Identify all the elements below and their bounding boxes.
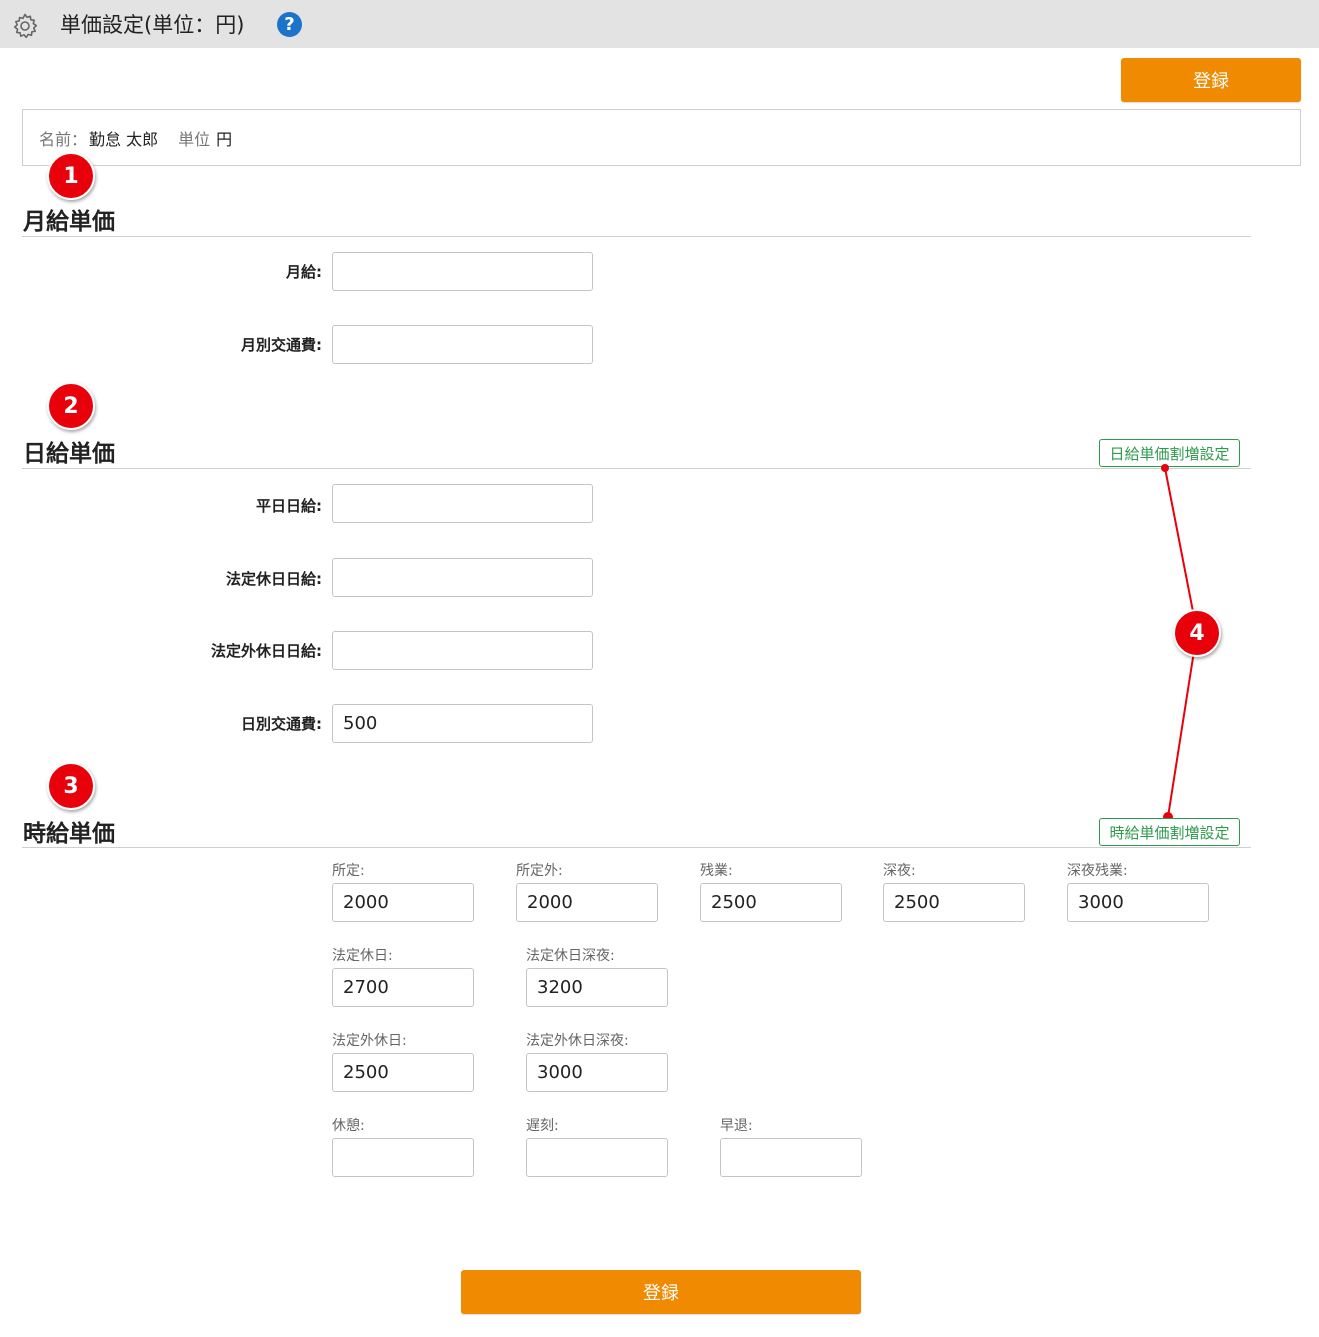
employee-info-box: 名前： 勤怠 太郎 単位 円 <box>22 109 1301 166</box>
non-legal-holiday-night-hourly-label: 法定外休日深夜: <box>526 1033 629 1049</box>
gear-icon <box>13 13 38 39</box>
legal-holiday-hourly-input[interactable] <box>332 968 474 1007</box>
daily-premium-settings-button[interactable]: 日給単価割増設定 <box>1099 439 1240 467</box>
hourly-premium-settings-button[interactable]: 時給単価割増設定 <box>1099 818 1240 846</box>
legal-holiday-daily-input[interactable] <box>332 558 593 597</box>
monthly-salary-input[interactable] <box>332 252 593 291</box>
non-standard-hourly-label: 所定外: <box>516 863 563 879</box>
early-leave-hourly-label: 早退: <box>720 1118 753 1134</box>
late-night-overtime-hourly-label: 深夜残業: <box>1067 863 1128 879</box>
callout-marker-2: 2 <box>47 382 95 430</box>
non-legal-holiday-hourly-label: 法定外休日: <box>332 1033 407 1049</box>
weekday-daily-input[interactable] <box>332 484 593 523</box>
legal-holiday-night-hourly-input[interactable] <box>526 968 668 1007</box>
break-hourly-input[interactable] <box>332 1138 474 1177</box>
monthly-section-divider <box>22 236 1251 237</box>
daily-transport-label: 日別交通費: <box>241 715 322 733</box>
late-night-overtime-hourly-input[interactable] <box>1067 883 1209 922</box>
name-value: 勤怠 太郎 <box>89 129 159 149</box>
callout-marker-3: 3 <box>47 762 95 810</box>
legal-holiday-daily-label: 法定休日日給: <box>226 570 322 588</box>
help-icon[interactable]: ? <box>277 12 302 37</box>
standard-hourly-label: 所定: <box>332 863 365 879</box>
weekday-daily-label: 平日日給: <box>256 497 322 515</box>
daily-section-divider <box>22 468 1251 469</box>
overtime-hourly-label: 残業: <box>700 863 733 879</box>
late-night-hourly-input[interactable] <box>883 883 1025 922</box>
non-legal-holiday-night-hourly-input[interactable] <box>526 1053 668 1092</box>
overtime-hourly-input[interactable] <box>700 883 842 922</box>
legal-holiday-hourly-label: 法定休日: <box>332 948 393 964</box>
late-arrival-hourly-label: 遅刻: <box>526 1118 559 1134</box>
monthly-transport-input[interactable] <box>332 325 593 364</box>
late-arrival-hourly-input[interactable] <box>526 1138 668 1177</box>
break-hourly-label: 休憩: <box>332 1118 365 1134</box>
standard-hourly-input[interactable] <box>332 883 474 922</box>
hourly-section-title: 時給単価 <box>23 821 115 847</box>
monthly-section-title: 月給単価 <box>23 209 115 235</box>
page-title: 単価設定(単位：円) <box>60 13 245 37</box>
early-leave-hourly-input[interactable] <box>720 1138 862 1177</box>
hourly-section-divider <box>22 847 1251 848</box>
callout-marker-1: 1 <box>47 152 95 200</box>
non-standard-hourly-input[interactable] <box>516 883 658 922</box>
callout-connector <box>1161 464 1198 822</box>
non-legal-holiday-daily-input[interactable] <box>332 631 593 670</box>
non-legal-holiday-daily-label: 法定外休日日給: <box>211 642 322 660</box>
monthly-salary-label: 月給: <box>286 263 322 281</box>
daily-transport-input[interactable] <box>332 704 593 743</box>
daily-section-title: 日給単価 <box>23 441 115 467</box>
register-button-bottom[interactable]: 登録 <box>461 1270 861 1314</box>
callout-marker-4: 4 <box>1173 609 1221 657</box>
unit-value: 円 <box>216 129 233 149</box>
legal-holiday-night-hourly-label: 法定休日深夜: <box>526 948 615 964</box>
late-night-hourly-label: 深夜: <box>883 863 916 879</box>
register-button-top[interactable]: 登録 <box>1121 58 1301 102</box>
name-label: 名前： <box>39 129 88 149</box>
monthly-transport-label: 月別交通費: <box>241 336 322 354</box>
unit-label: 単位 <box>178 129 211 149</box>
non-legal-holiday-hourly-input[interactable] <box>332 1053 474 1092</box>
